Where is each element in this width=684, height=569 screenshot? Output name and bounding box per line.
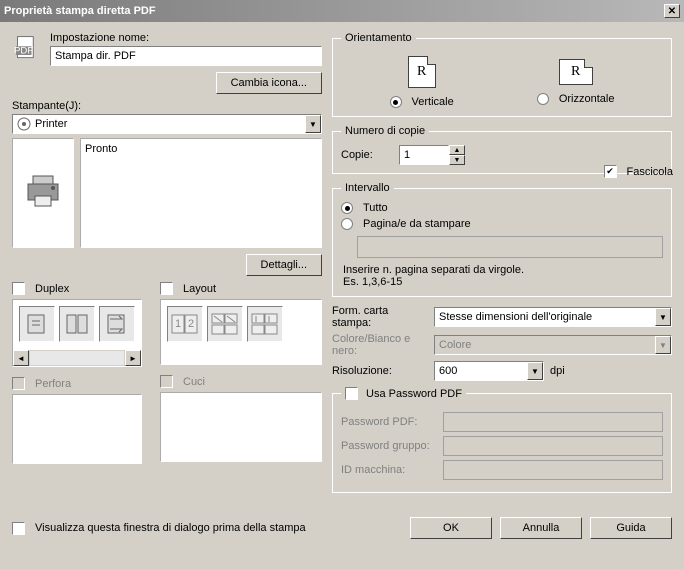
cuci-panel bbox=[160, 392, 322, 462]
color-select: Colore ▼ bbox=[434, 335, 672, 355]
paper-label: Form. carta stampa: bbox=[332, 305, 428, 329]
resolution-select[interactable]: 600 ▼ bbox=[434, 361, 544, 381]
setting-name-label: Impostazione nome: bbox=[50, 32, 322, 44]
svg-text:2: 2 bbox=[188, 318, 194, 330]
printer-icon bbox=[23, 174, 63, 213]
range-legend: Intervallo bbox=[341, 182, 394, 194]
portrait-radio[interactable]: Verticale bbox=[390, 96, 454, 108]
help-button[interactable]: Guida bbox=[590, 517, 672, 539]
perfora-checkbox: Perfora bbox=[12, 377, 142, 390]
landscape-icon: R bbox=[559, 59, 593, 85]
cuci-checkbox: Cuci bbox=[160, 375, 322, 388]
resolution-unit: dpi bbox=[550, 365, 565, 377]
duplex-option-3[interactable] bbox=[99, 306, 135, 342]
target-icon bbox=[17, 117, 31, 131]
copies-label: Copie: bbox=[341, 149, 393, 161]
change-icon-button[interactable]: Cambia icona... bbox=[216, 72, 322, 94]
pwd-group-label: Password gruppo: bbox=[341, 440, 437, 452]
chevron-down-icon[interactable]: ▼ bbox=[527, 362, 543, 380]
copies-group: Numero di copie Copie: ▲▼ ✔Fascicola bbox=[332, 125, 672, 174]
scroll-right-icon[interactable]: ► bbox=[125, 350, 141, 366]
pdf-password-group: Usa Password PDF Password PDF: Password … bbox=[332, 387, 672, 493]
layout-option-1[interactable]: 12 bbox=[167, 306, 203, 342]
printer-preview bbox=[12, 138, 74, 248]
spin-down-icon[interactable]: ▼ bbox=[449, 155, 465, 165]
close-icon[interactable]: ✕ bbox=[664, 4, 680, 18]
range-group: Intervallo Tutto Pagina/e da stampare In… bbox=[332, 182, 672, 297]
setting-name-input[interactable] bbox=[50, 46, 322, 66]
duplex-option-2[interactable] bbox=[59, 306, 95, 342]
range-all-radio[interactable]: Tutto bbox=[341, 202, 663, 214]
chevron-down-icon: ▼ bbox=[655, 336, 671, 354]
orientation-group: Orientamento R Verticale R Orizzontale bbox=[332, 32, 672, 117]
printer-value: Printer bbox=[35, 118, 67, 130]
range-hint2: Es. 1,3,6-15 bbox=[343, 276, 663, 288]
chevron-down-icon[interactable]: ▼ bbox=[655, 308, 671, 326]
ok-button[interactable]: OK bbox=[410, 517, 492, 539]
copies-spinner[interactable]: ▲▼ bbox=[399, 145, 465, 165]
use-pdf-password-checkbox[interactable] bbox=[345, 387, 358, 400]
titlebar: Proprietà stampa diretta PDF ✕ bbox=[0, 0, 684, 22]
perfora-panel bbox=[12, 394, 142, 464]
printer-select[interactable]: Printer ▼ bbox=[12, 114, 322, 134]
printer-label: Stampante(J): bbox=[12, 100, 322, 112]
pwd-pdf-label: Password PDF: bbox=[341, 416, 437, 428]
svg-text:1: 1 bbox=[175, 318, 181, 330]
copies-input[interactable] bbox=[399, 145, 449, 165]
layout-checkbox[interactable]: Layout bbox=[160, 282, 322, 295]
pdf-password-legend: Usa Password PDF bbox=[366, 388, 462, 400]
duplex-checkbox[interactable]: Duplex bbox=[12, 282, 142, 295]
printer-status-panel: Pronto bbox=[80, 138, 322, 248]
pwd-machine-label: ID macchina: bbox=[341, 464, 437, 476]
resolution-value: 600 bbox=[439, 365, 457, 377]
svg-text:PDF: PDF bbox=[14, 45, 33, 56]
layout-options: 12 bbox=[161, 300, 321, 348]
pwd-machine-input bbox=[443, 460, 663, 480]
paper-value: Stesse dimensioni dell'originale bbox=[439, 311, 592, 323]
printer-status: Pronto bbox=[85, 143, 117, 155]
cancel-button[interactable]: Annulla bbox=[500, 517, 582, 539]
duplex-options bbox=[13, 300, 141, 348]
pwd-group-input bbox=[443, 436, 663, 456]
range-pages-input bbox=[357, 236, 663, 258]
layout-option-2[interactable] bbox=[207, 306, 243, 342]
window-title: Proprietà stampa diretta PDF bbox=[4, 5, 156, 17]
duplex-option-1[interactable] bbox=[19, 306, 55, 342]
pwd-pdf-input bbox=[443, 412, 663, 432]
collate-checkbox[interactable]: ✔Fascicola bbox=[604, 165, 673, 178]
landscape-radio[interactable]: Orizzontale bbox=[537, 93, 615, 105]
range-pages-radio[interactable]: Pagina/e da stampare bbox=[341, 218, 663, 230]
orientation-legend: Orientamento bbox=[341, 32, 416, 44]
portrait-icon: R bbox=[408, 56, 436, 88]
paper-select[interactable]: Stesse dimensioni dell'originale ▼ bbox=[434, 307, 672, 327]
scroll-left-icon[interactable]: ◄ bbox=[13, 350, 29, 366]
duplex-scrollbar[interactable]: ◄ ► bbox=[13, 350, 141, 366]
chevron-down-icon[interactable]: ▼ bbox=[305, 115, 321, 133]
layout-option-3[interactable] bbox=[247, 306, 283, 342]
pdf-icon: PDF bbox=[12, 32, 44, 64]
color-value: Colore bbox=[439, 339, 471, 351]
copies-legend: Numero di copie bbox=[341, 125, 429, 137]
details-button[interactable]: Dettagli... bbox=[246, 254, 322, 276]
range-hint1: Inserire n. pagina separati da virgole. bbox=[343, 264, 663, 276]
spin-up-icon[interactable]: ▲ bbox=[449, 145, 465, 155]
resolution-label: Risoluzione: bbox=[332, 365, 428, 377]
color-label: Colore/Bianco e nero: bbox=[332, 333, 428, 357]
show-dialog-checkbox[interactable]: Visualizza questa finestra di dialogo pr… bbox=[12, 522, 306, 535]
